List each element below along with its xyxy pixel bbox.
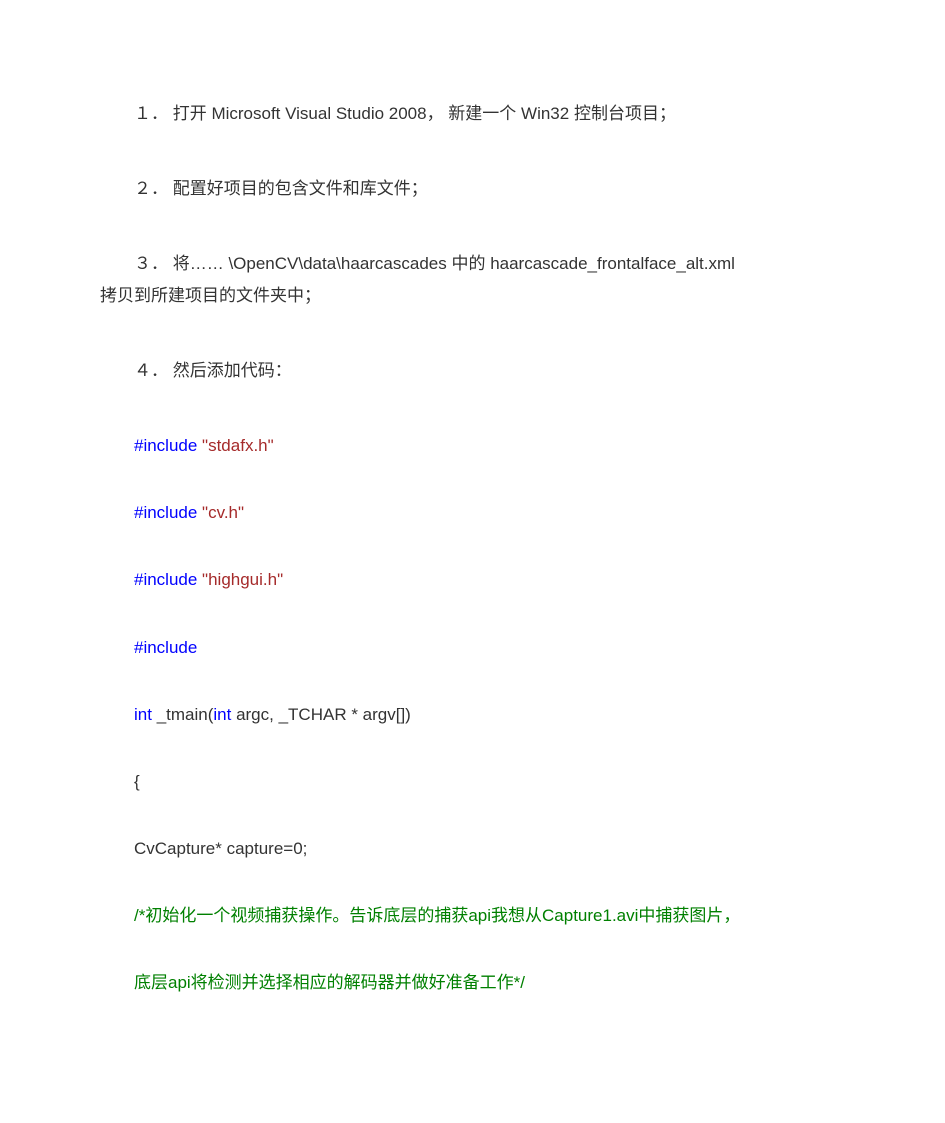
code-comment-line2: 底层api将检测并选择相应的解码器并做好准备工作*/ xyxy=(100,969,845,996)
arg-type: int xyxy=(213,705,231,724)
include-string: "stdafx.h" xyxy=(197,436,273,455)
code-main-signature: int _tmain(int argc, _TCHAR * argv[]) xyxy=(100,701,845,728)
comment-text: /*初始化一个视频捕获操作。告诉底层的捕获api我想从Capture1.avi中… xyxy=(134,906,740,925)
step-3-line1: ３． 将…… \OpenCV\data\haarcascades 中的 haar… xyxy=(100,250,845,277)
code-include-cv: #include "cv.h" xyxy=(100,499,845,526)
include-keyword: #include xyxy=(134,570,197,589)
step-2: ２． 配置好项目的包含文件和库文件； xyxy=(100,175,845,202)
include-keyword: #include xyxy=(134,436,197,455)
capture-declaration: CvCapture* capture=0; xyxy=(134,839,307,858)
document-page: １． 打开 Microsoft Visual Studio 2008， 新建一个… xyxy=(0,0,945,1077)
code-include-stdafx: #include "stdafx.h" xyxy=(100,432,845,459)
step-3-line2: 拷贝到所建项目的文件夹中； xyxy=(100,282,845,309)
code-comment-line1: /*初始化一个视频捕获操作。告诉底层的捕获api我想从Capture1.avi中… xyxy=(100,902,845,929)
code-include-highgui: #include "highgui.h" xyxy=(100,566,845,593)
include-string: "highgui.h" xyxy=(197,570,283,589)
include-string: "cv.h" xyxy=(197,503,244,522)
comment-text: 底层api将检测并选择相应的解码器并做好准备工作*/ xyxy=(134,973,525,992)
code-include-empty: #include xyxy=(100,634,845,661)
main-name: _tmain( xyxy=(157,705,214,724)
brace: { xyxy=(134,772,140,791)
step-4: ４． 然后添加代码： xyxy=(100,357,845,384)
code-open-brace: { xyxy=(100,768,845,795)
include-keyword: #include xyxy=(134,503,197,522)
include-keyword: #include xyxy=(134,638,197,657)
main-args: argc, _TCHAR * argv[]) xyxy=(231,705,411,724)
step-1: １． 打开 Microsoft Visual Studio 2008， 新建一个… xyxy=(100,100,845,127)
return-type: int xyxy=(134,705,157,724)
code-capture-decl: CvCapture* capture=0; xyxy=(100,835,845,862)
